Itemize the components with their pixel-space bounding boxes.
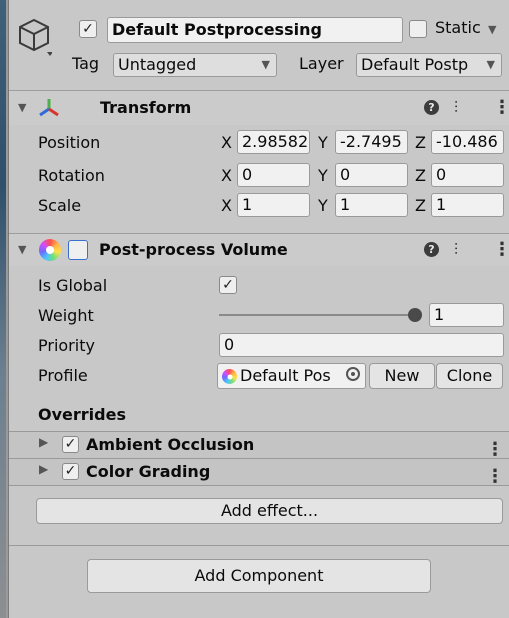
- window-edge: [0, 0, 9, 618]
- effect-row-color-grading[interactable]: ▶ ✓ Color Grading ⋮: [9, 459, 509, 486]
- help-icon[interactable]: ?: [424, 100, 439, 115]
- clone-profile-button[interactable]: Clone: [436, 363, 503, 389]
- static-dropdown-icon[interactable]: ▼: [488, 23, 496, 36]
- profile-label: Profile: [38, 366, 88, 385]
- volume-title: Post-process Volume: [99, 240, 288, 259]
- more-options-icon[interactable]: ⋮: [486, 468, 504, 486]
- axis-x-label: X: [221, 196, 232, 215]
- divider: [9, 545, 509, 546]
- effect-enabled-checkbox[interactable]: ✓: [62, 436, 79, 453]
- tag-value: Untagged: [118, 55, 197, 74]
- effect-name: Ambient Occlusion: [86, 435, 255, 454]
- axis-z-label: Z: [415, 166, 426, 185]
- more-options-icon[interactable]: ⋮: [493, 241, 509, 259]
- tag-label: Tag: [72, 54, 100, 73]
- slider-thumb[interactable]: [408, 308, 422, 322]
- weight-field[interactable]: 1: [429, 303, 504, 327]
- divider: [9, 485, 509, 486]
- help-icon[interactable]: ?: [424, 242, 439, 257]
- layer-dropdown[interactable]: Default Postp ▼: [356, 53, 502, 77]
- position-y-field[interactable]: -2.7495: [335, 130, 408, 154]
- rotation-y-field[interactable]: 0: [335, 163, 408, 187]
- axis-y-label: Y: [318, 133, 328, 152]
- scale-y-field[interactable]: 1: [335, 193, 408, 217]
- profile-value: Default Pos: [240, 366, 331, 385]
- axis-x-label: X: [221, 166, 232, 185]
- add-component-button[interactable]: Add Component: [87, 559, 431, 593]
- chevron-down-icon: ▼: [486, 58, 495, 71]
- presets-icon[interactable]: ⫶: [454, 98, 458, 118]
- is-global-checkbox[interactable]: ✓: [219, 276, 237, 294]
- weight-slider[interactable]: [219, 305, 423, 325]
- position-z-field[interactable]: -10.486: [431, 130, 504, 154]
- priority-field[interactable]: 0: [219, 333, 504, 357]
- axis-x-label: X: [221, 133, 232, 152]
- overrides-label: Overrides: [38, 405, 126, 424]
- static-checkbox[interactable]: [409, 20, 427, 38]
- object-name-field[interactable]: Default Postprocessing: [107, 17, 403, 43]
- scale-x-field[interactable]: 1: [237, 193, 310, 217]
- foldout-arrow-icon[interactable]: ▼: [18, 243, 26, 256]
- slider-track: [219, 314, 415, 316]
- transform-title: Transform: [100, 98, 192, 117]
- volume-enabled-checkbox[interactable]: [68, 240, 88, 260]
- weight-label: Weight: [38, 306, 94, 325]
- position-x-field[interactable]: 2.98582: [237, 130, 310, 154]
- priority-label: Priority: [38, 336, 95, 355]
- rotation-z-field[interactable]: 0: [431, 163, 504, 187]
- rotation-label: Rotation: [38, 166, 105, 185]
- scale-label: Scale: [38, 196, 82, 215]
- effect-enabled-checkbox[interactable]: ✓: [62, 463, 79, 480]
- scale-z-field[interactable]: 1: [431, 193, 504, 217]
- foldout-arrow-icon[interactable]: ▼: [18, 101, 26, 114]
- transform-icon: [37, 97, 61, 119]
- foldout-arrow-icon[interactable]: ▶: [39, 435, 48, 449]
- chevron-down-icon: ▼: [261, 58, 270, 71]
- profile-asset-icon: [222, 369, 237, 384]
- profile-field[interactable]: Default Pos: [217, 363, 366, 389]
- postprocess-icon: [39, 239, 61, 261]
- volume-header[interactable]: ▼ Post-process Volume ? ⫶ ⋮: [9, 233, 509, 266]
- more-options-icon[interactable]: ⋮: [486, 441, 504, 459]
- new-profile-button[interactable]: New: [369, 363, 435, 389]
- effect-row-ambient-occlusion[interactable]: ▶ ✓ Ambient Occlusion ⋮: [9, 432, 509, 459]
- object-picker-icon[interactable]: [346, 367, 360, 381]
- layer-value: Default Postp: [361, 55, 469, 74]
- layer-label: Layer: [299, 54, 344, 73]
- position-label: Position: [38, 133, 101, 152]
- axis-y-label: Y: [318, 196, 328, 215]
- static-label: Static: [435, 18, 481, 37]
- active-checkbox[interactable]: ✓: [79, 20, 97, 38]
- tag-dropdown[interactable]: Untagged ▼: [113, 53, 277, 77]
- rotation-x-field[interactable]: 0: [237, 163, 310, 187]
- axis-z-label: Z: [415, 196, 426, 215]
- is-global-label: Is Global: [38, 276, 108, 295]
- foldout-arrow-icon[interactable]: ▶: [39, 462, 48, 476]
- gameobject-icon: [18, 18, 53, 58]
- add-effect-button[interactable]: Add effect...: [36, 498, 503, 524]
- effect-name: Color Grading: [86, 462, 211, 481]
- more-options-icon[interactable]: ⋮: [493, 99, 509, 117]
- axis-y-label: Y: [318, 166, 328, 185]
- transform-header[interactable]: ▼ Transform ? ⫶ ⋮: [9, 90, 509, 125]
- axis-z-label: Z: [415, 133, 426, 152]
- presets-icon[interactable]: ⫶: [454, 240, 458, 260]
